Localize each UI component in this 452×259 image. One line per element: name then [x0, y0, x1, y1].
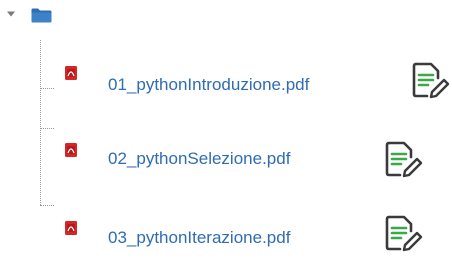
edit-document-icon[interactable]: [384, 214, 424, 254]
file-link-02[interactable]: 02_pythonSelezione.pdf: [108, 149, 290, 169]
pdf-icon: [65, 66, 77, 80]
file-link-03[interactable]: 03_pythonIterazione.pdf: [108, 228, 290, 248]
triangle-down-icon[interactable]: [7, 10, 15, 18]
folder-icon[interactable]: [31, 8, 52, 23]
tree-connector: [40, 128, 54, 129]
pdf-icon: [65, 143, 77, 157]
tree-connector: [40, 40, 41, 205]
edit-document-icon[interactable]: [384, 140, 424, 180]
pdf-icon: [65, 221, 77, 235]
edit-document-icon[interactable]: [411, 61, 451, 101]
tree-connector: [40, 88, 54, 89]
file-link-01[interactable]: 01_pythonIntroduzione.pdf: [108, 75, 309, 95]
file-tree: 01_pythonIntroduzione.pdf 02_pythonSelez…: [0, 0, 452, 259]
tree-connector: [40, 205, 54, 206]
